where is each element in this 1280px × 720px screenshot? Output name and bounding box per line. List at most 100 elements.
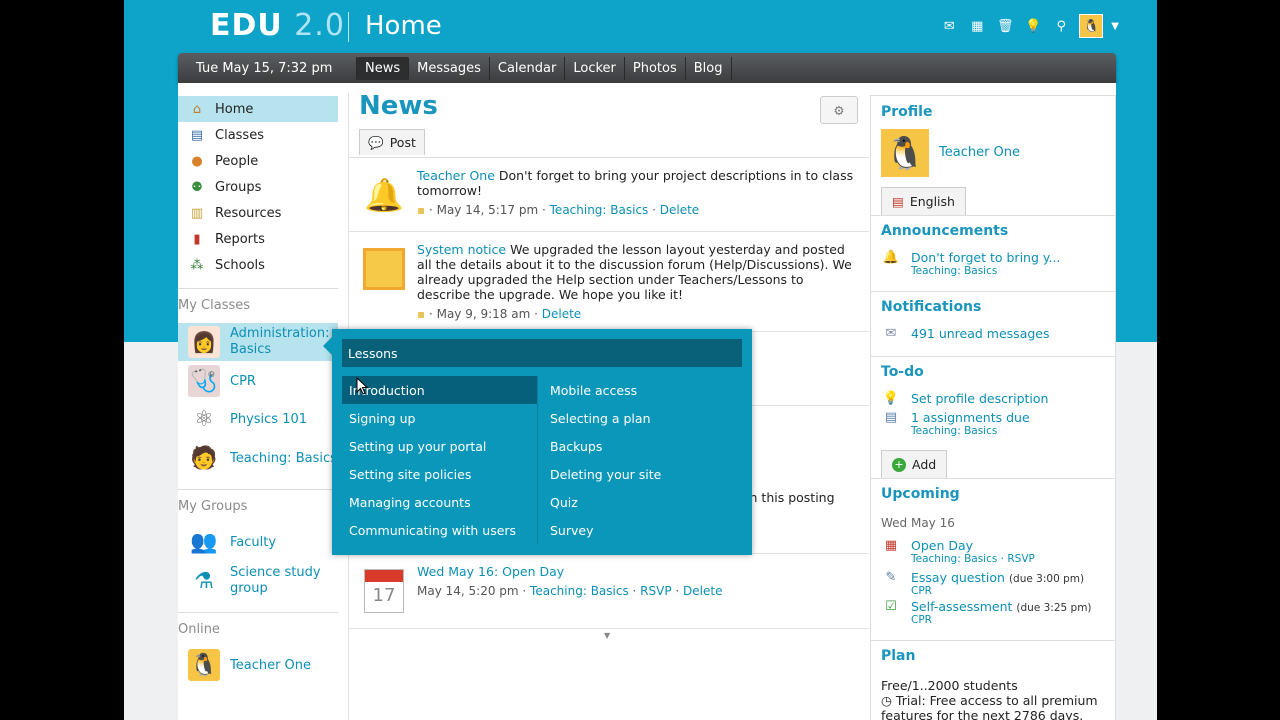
sidebar-item-classes[interactable]: ▤ Classes bbox=[178, 122, 338, 148]
lessons-menu-title: Lessons bbox=[342, 339, 742, 367]
class-item-cpr[interactable]: 🩺 CPR bbox=[188, 365, 256, 397]
folder-icon: ▪ bbox=[417, 203, 426, 217]
upcoming-item[interactable]: ✎ Essay question (due 3:00 pm) CPR bbox=[881, 570, 1085, 597]
menu-item-backups[interactable]: Backups bbox=[543, 432, 739, 460]
menu-item-site-policies[interactable]: Setting site policies bbox=[342, 460, 538, 488]
menu-item-selecting-plan[interactable]: Selecting a plan bbox=[543, 404, 739, 432]
group-item-science[interactable]: ⚗ Science study group bbox=[188, 565, 321, 597]
upcoming-link[interactable]: Self-assessment bbox=[911, 599, 1012, 614]
upcoming-item[interactable]: ☑ Self-assessment (due 3:25 pm) CPR bbox=[881, 599, 1092, 626]
cpr-icon: 🩺 bbox=[188, 365, 220, 397]
trash-icon[interactable]: 🗑 bbox=[995, 16, 1015, 36]
sidebar-item-home[interactable]: ⌂ Home bbox=[178, 96, 338, 122]
mail-icon[interactable]: ✉ bbox=[939, 16, 959, 36]
delete-link[interactable]: Delete bbox=[660, 203, 699, 217]
news-item-text: Teacher One Don't forget to bring your p… bbox=[417, 168, 855, 218]
profile-name-link[interactable]: Teacher One bbox=[939, 145, 1020, 160]
sidebar-item-resources[interactable]: ▥ Resources bbox=[178, 200, 338, 226]
flask-icon: ⚗ bbox=[194, 568, 214, 594]
plus-icon: + bbox=[892, 457, 906, 472]
logo-main: EDU bbox=[210, 8, 283, 43]
notifications-link[interactable]: 491 unread messages bbox=[911, 326, 1050, 341]
menu-item-survey[interactable]: Survey bbox=[543, 516, 739, 544]
tab-photos[interactable]: Photos bbox=[625, 56, 686, 80]
calendar-icon[interactable]: ▦ bbox=[967, 16, 987, 36]
due-time: (due 3:00 pm) bbox=[1008, 573, 1085, 585]
post-class-link[interactable]: Teaching: Basics bbox=[530, 584, 629, 598]
upcoming-link[interactable]: Open Day bbox=[911, 538, 1035, 553]
news-item: System notice We upgraded the lesson lay… bbox=[349, 232, 869, 332]
class-item-physics[interactable]: ⚛ Physics 101 bbox=[188, 403, 307, 435]
profile-avatar[interactable]: 🐧 bbox=[881, 129, 929, 177]
plan-line: features for the next 2786 days. bbox=[881, 708, 1084, 720]
book-icon: ▤ bbox=[190, 127, 204, 143]
menu-item-communicating[interactable]: Communicating with users bbox=[342, 516, 538, 544]
group-label: Science study group bbox=[230, 565, 321, 596]
add-button[interactable]: + Add bbox=[881, 450, 948, 478]
gear-icon[interactable]: ⚙ bbox=[820, 96, 858, 124]
menu-item-mobile-access[interactable]: Mobile access bbox=[543, 376, 739, 404]
sidebar-item-groups[interactable]: ⚉ Groups bbox=[178, 174, 338, 200]
post-author-link[interactable]: System notice bbox=[417, 242, 506, 257]
sidebar-item-reports[interactable]: ▮ Reports bbox=[178, 226, 338, 252]
sidebar-item-label: Schools bbox=[215, 257, 265, 273]
todo-item[interactable]: ▤ 1 assignments due Teaching: Basics bbox=[881, 410, 1030, 437]
bell-icon: 🔔 bbox=[882, 250, 900, 265]
todo-link[interactable]: 1 assignments due bbox=[911, 410, 1030, 425]
more-arrow-icon[interactable]: ▼ bbox=[604, 631, 610, 640]
todo-item[interactable]: 💡 Set profile description bbox=[881, 391, 1049, 406]
post-class-link[interactable]: Teaching: Basics bbox=[550, 203, 649, 217]
event-title-link[interactable]: Wed May 16: Open Day bbox=[417, 564, 564, 579]
tab-calendar[interactable]: Calendar bbox=[490, 56, 566, 80]
tab-blog[interactable]: Blog bbox=[686, 56, 732, 80]
lightbulb-icon: 💡 bbox=[882, 391, 900, 406]
search-icon[interactable]: ⚲ bbox=[1051, 16, 1071, 36]
menu-item-managing-accounts[interactable]: Managing accounts bbox=[342, 488, 538, 516]
group-item-faculty[interactable]: 👥 Faculty bbox=[188, 526, 276, 558]
divider bbox=[178, 288, 338, 289]
rsvp-link[interactable]: RSVP bbox=[640, 584, 671, 598]
post-author-link[interactable]: Teacher One bbox=[417, 168, 495, 183]
document-icon: ▤ bbox=[884, 410, 898, 425]
lessons-menu: Lessons Introduction Signing up Setting … bbox=[323, 329, 752, 555]
pencil-icon: ✎ bbox=[885, 570, 897, 585]
todo-link[interactable]: Set profile description bbox=[911, 391, 1048, 406]
menu-item-introduction[interactable]: Introduction bbox=[342, 376, 538, 404]
announcement-link[interactable]: Don't forget to bring y... bbox=[911, 250, 1060, 265]
delete-link[interactable]: Delete bbox=[683, 584, 722, 598]
logo[interactable]: EDU 2.0 bbox=[210, 8, 345, 43]
header: EDU 2.0 Home ✉ ▦ 🗑 💡 ⚲ 🐧 ▼ bbox=[124, 0, 1157, 55]
current-date: Tue May 15, 7:32 pm bbox=[196, 60, 333, 76]
post-tab[interactable]: 💬 Post bbox=[359, 129, 425, 155]
add-label: Add bbox=[912, 457, 937, 472]
sidebar-item-people[interactable]: ● People bbox=[178, 148, 338, 174]
delete-link[interactable]: Delete bbox=[542, 307, 581, 321]
lightbulb-icon[interactable]: 💡 bbox=[1023, 16, 1043, 36]
plan-section: Plan Free/1..2000 students ◷ Trial: Free… bbox=[871, 641, 1115, 720]
mouse-cursor-icon bbox=[356, 377, 368, 395]
post-date: May 9, 9:18 am bbox=[436, 307, 531, 321]
announcement-item[interactable]: 🔔 Don't forget to bring y... Teaching: Bas… bbox=[881, 250, 1061, 277]
sidebar-item-schools[interactable]: ⁂ Schools bbox=[178, 252, 338, 278]
rsvp-link[interactable]: RSVP bbox=[1007, 553, 1034, 565]
menu-item-deleting-site[interactable]: Deleting your site bbox=[543, 460, 739, 488]
menu-item-signing-up[interactable]: Signing up bbox=[342, 404, 538, 432]
chevron-down-icon[interactable]: ▼ bbox=[1111, 21, 1119, 32]
tab-news[interactable]: News bbox=[357, 56, 410, 80]
avatar[interactable]: 🐧 bbox=[1079, 14, 1104, 38]
upcoming-section: Upcoming Wed May 16 ▦ Open Day Teaching: B… bbox=[871, 479, 1115, 641]
notification-item[interactable]: ✉ 491 unread messages bbox=[881, 326, 1050, 341]
tab-messages[interactable]: Messages bbox=[409, 56, 490, 80]
class-item-teaching[interactable]: 🧑 Teaching: Basics bbox=[188, 442, 337, 474]
upcoming-item[interactable]: ▦ Open Day Teaching: Basics · RSVP bbox=[881, 538, 1035, 565]
profile-heading: Profile bbox=[881, 104, 933, 120]
language-button[interactable]: ▤ English bbox=[881, 187, 966, 215]
class-item-administration[interactable]: 👩 Administration: Basics bbox=[178, 323, 338, 361]
online-user-teacher-one[interactable]: 🐧 Teacher One bbox=[188, 649, 311, 681]
menu-item-quiz[interactable]: Quiz bbox=[543, 488, 739, 516]
upcoming-link[interactable]: Essay question bbox=[911, 570, 1005, 585]
due-time: (due 3:25 pm) bbox=[1016, 602, 1092, 614]
menu-item-setting-up-portal[interactable]: Setting up your portal bbox=[342, 432, 538, 460]
tab-locker[interactable]: Locker bbox=[565, 56, 625, 80]
section-heading-my-classes: My Classes bbox=[178, 298, 251, 313]
